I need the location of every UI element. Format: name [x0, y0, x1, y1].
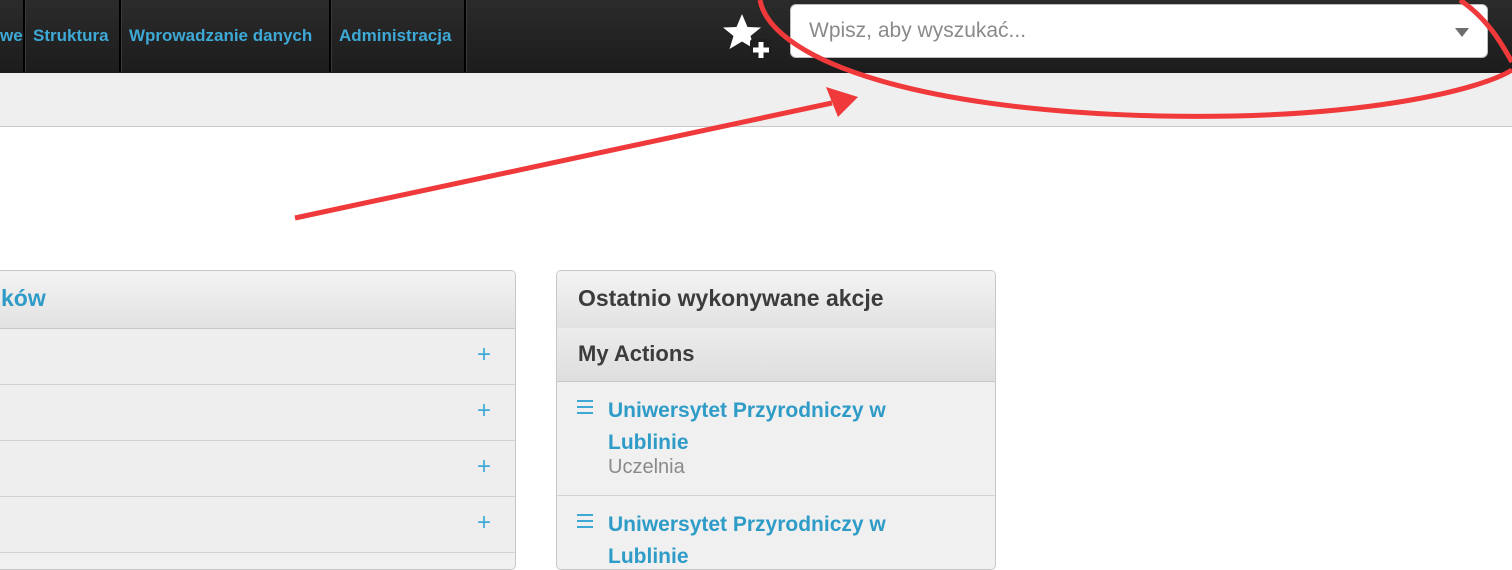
secondary-toolbar [0, 73, 1512, 127]
menu-icon [577, 400, 593, 414]
left-panel-title: ków [1, 285, 46, 311]
star-plus-icon[interactable] [718, 8, 774, 64]
recent-actions-header: Ostatnio wykonywane akcje [557, 271, 995, 329]
chevron-down-icon[interactable] [1455, 28, 1469, 37]
panel-subtitle: My Actions [578, 341, 695, 366]
top-navigation-bar: we Struktura Wprowadzanie danych Adminis… [0, 0, 1512, 73]
recent-actions-panel: Ostatnio wykonywane akcje My Actions Uni… [556, 270, 996, 570]
nav-item-administracja[interactable]: Administracja [339, 0, 451, 73]
left-panel-header: ków [0, 271, 515, 329]
list-item[interactable]: + [0, 329, 515, 385]
plus-icon[interactable]: + [477, 511, 491, 535]
my-actions-subheader: My Actions [557, 328, 995, 382]
list-item[interactable]: + [0, 385, 515, 441]
plus-icon[interactable]: + [477, 399, 491, 423]
action-item[interactable]: Uniwersytet Przyrodniczy w Lublinie [557, 496, 995, 569]
nav-divider [329, 0, 332, 72]
panel-title: Ostatnio wykonywane akcje [578, 285, 884, 311]
action-type: Uczelnia [608, 456, 685, 478]
nav-divider [464, 0, 467, 72]
list-item[interactable]: + [0, 497, 515, 553]
nav-item-wprowadzanie-danych[interactable]: Wprowadzanie danych [129, 0, 312, 73]
search-combobox[interactable] [790, 4, 1488, 58]
action-link[interactable]: Uniwersytet Przyrodniczy w Lublinie [608, 509, 938, 569]
left-panel: ków + + + + [0, 270, 516, 570]
list-item[interactable]: + [0, 441, 515, 497]
nav-item-partial[interactable]: we [0, 0, 23, 73]
plus-icon[interactable]: + [477, 455, 491, 479]
search-input[interactable] [791, 5, 1431, 57]
action-item[interactable]: Uniwersytet Przyrodniczy w Lublinie Ucze… [557, 382, 995, 496]
menu-icon [577, 514, 593, 528]
nav-divider [119, 0, 122, 72]
nav-item-struktura[interactable]: Struktura [33, 0, 109, 73]
nav-divider [23, 0, 26, 72]
plus-icon[interactable]: + [477, 343, 491, 367]
action-link[interactable]: Uniwersytet Przyrodniczy w Lublinie [608, 395, 938, 459]
